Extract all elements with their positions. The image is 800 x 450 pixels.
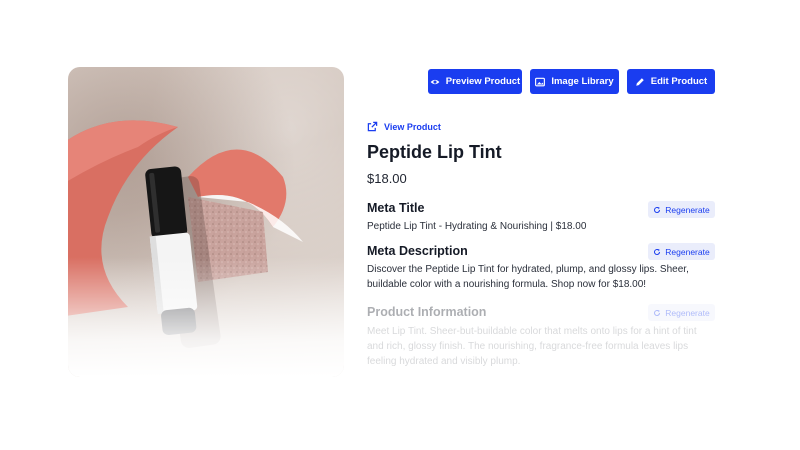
refresh-icon — [654, 206, 661, 213]
view-product-link[interactable]: View Product — [367, 121, 441, 132]
meta-description-label: Meta Description — [367, 244, 468, 258]
product-title: Peptide Lip Tint — [367, 142, 502, 162]
edit-product-button[interactable]: Edit Product — [627, 69, 715, 94]
image-library-button[interactable]: Image Library — [530, 69, 619, 94]
regenerate-meta-description-button[interactable]: Regenerate — [648, 243, 715, 260]
pencil-icon — [636, 77, 644, 86]
refresh-icon — [654, 248, 661, 255]
image-fade — [68, 257, 344, 377]
regenerate-label: Regenerate — [665, 246, 710, 257]
product-price: $18.00 — [367, 171, 407, 186]
meta-title-label: Meta Title — [367, 201, 425, 215]
preview-product-label: Preview Product — [445, 76, 521, 87]
eye-icon — [430, 79, 440, 84]
regenerate-product-information-button[interactable]: Regenerate — [648, 304, 715, 321]
view-product-label: View Product — [384, 121, 441, 132]
meta-description-text: Discover the Peptide Lip Tint for hydrat… — [367, 264, 689, 290]
edit-product-label: Edit Product — [650, 76, 708, 87]
regenerate-label: Regenerate — [665, 307, 710, 318]
product-information-text: Meet Lip Tint. Sheer-but-buildable color… — [367, 326, 697, 367]
regenerate-meta-title-button[interactable]: Regenerate — [648, 201, 715, 218]
preview-product-button[interactable]: Preview Product — [428, 69, 522, 94]
image-icon — [535, 77, 546, 86]
refresh-icon — [654, 309, 661, 316]
product-image-card — [68, 67, 344, 377]
external-link-icon — [367, 121, 378, 132]
product-information-label: Product Information — [367, 305, 487, 319]
image-library-label: Image Library — [551, 76, 614, 87]
meta-title-text: Peptide Lip Tint - Hydrating & Nourishin… — [367, 221, 587, 232]
regenerate-label: Regenerate — [665, 204, 710, 215]
